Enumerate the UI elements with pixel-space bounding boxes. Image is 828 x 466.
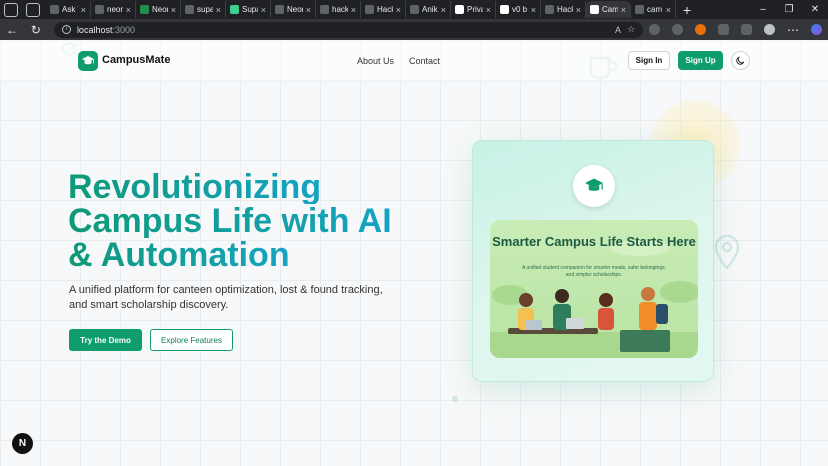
browser-tab[interactable]: cam × xyxy=(631,1,676,18)
nav-link-contact[interactable]: Contact xyxy=(409,56,440,66)
browser-tab[interactable]: Neon× xyxy=(271,1,316,18)
sign-in-button[interactable]: Sign In xyxy=(628,51,670,70)
close-tab-icon[interactable]: × xyxy=(396,5,401,15)
browser-tab[interactable]: neon× xyxy=(91,1,136,18)
tab-favicon-icon xyxy=(185,5,194,14)
workspaces-icon[interactable] xyxy=(26,2,40,17)
browser-tab[interactable]: Supa× xyxy=(226,1,271,18)
profile-avatar-icon[interactable] xyxy=(764,24,776,35)
browser-tab[interactable]: v0 b × xyxy=(496,1,541,18)
hero-title: Revolutionizing Campus Life with AI & Au… xyxy=(68,170,468,272)
close-tab-icon[interactable]: × xyxy=(216,5,221,15)
hero-subtitle: A unified platform for canteen optimizat… xyxy=(69,284,383,311)
tab-favicon-icon xyxy=(275,5,284,14)
browser-tab[interactable]: Ask V× xyxy=(46,1,91,18)
reload-icon[interactable]: ↻ xyxy=(24,23,48,37)
close-tab-icon[interactable]: × xyxy=(441,5,446,15)
collections-icon[interactable] xyxy=(741,24,753,35)
close-tab-icon[interactable]: × xyxy=(486,5,491,15)
close-tab-icon[interactable]: × xyxy=(171,5,176,15)
card-logo-badge xyxy=(573,165,615,207)
tab-actions-icon[interactable] xyxy=(4,2,18,17)
url-text: localhost:3000 xyxy=(76,24,135,35)
graduation-cap-icon xyxy=(585,178,603,191)
page-viewport: CampusMate About Us Contact Sign In Sign… xyxy=(0,40,828,466)
window-close-icon[interactable]: ✕ xyxy=(802,4,828,15)
more-menu-icon[interactable]: ⋯ xyxy=(781,23,805,37)
dot-deco-icon xyxy=(452,396,458,402)
site-info-icon[interactable]: i xyxy=(61,25,71,34)
browser-tab[interactable]: hack × xyxy=(316,1,361,18)
graduation-cap-icon xyxy=(82,56,94,65)
close-tab-icon[interactable]: × xyxy=(261,5,266,15)
card-tagline: A unified student companion for smarter … xyxy=(522,265,666,278)
address-bar[interactable]: i localhost:3000 A ☆ xyxy=(53,21,644,38)
students-illustration: Smarter Campus Life Starts Here A unifie… xyxy=(490,220,698,358)
tab-favicon-icon xyxy=(500,5,509,14)
hero-card: Smarter Campus Life Starts Here A unifie… xyxy=(472,140,714,382)
read-aloud-icon[interactable]: A xyxy=(615,25,621,35)
close-tab-icon[interactable]: × xyxy=(81,5,86,15)
browser-tab[interactable]: Priva× xyxy=(451,1,496,18)
tab-favicon-icon xyxy=(590,5,599,14)
close-tab-icon[interactable]: × xyxy=(621,5,626,15)
favorite-star-icon[interactable]: ☆ xyxy=(627,24,635,35)
nav-link-about-us[interactable]: About Us xyxy=(357,56,394,66)
browser-tab[interactable]: Hack× xyxy=(361,1,406,18)
card-headline: Smarter Campus Life Starts Here xyxy=(492,234,696,249)
theme-toggle-button[interactable] xyxy=(731,51,750,70)
back-icon[interactable]: ← xyxy=(0,23,24,37)
try-demo-button[interactable]: Try the Demo xyxy=(69,329,142,351)
tab-favicon-icon xyxy=(635,5,644,14)
close-tab-icon[interactable]: × xyxy=(531,5,536,15)
moon-icon xyxy=(736,56,745,65)
extension-icon[interactable] xyxy=(672,24,684,35)
browser-tab[interactable]: Hack× xyxy=(541,1,586,18)
tab-favicon-icon xyxy=(320,5,329,14)
extension-icon[interactable] xyxy=(695,24,707,35)
browser-toolbar: ← ↻ i localhost:3000 A ☆ ⋯ xyxy=(0,19,828,40)
tab-favicon-icon xyxy=(230,5,239,14)
maximize-icon[interactable]: ❐ xyxy=(776,4,802,15)
tab-favicon-icon xyxy=(410,5,419,14)
extension-icon[interactable] xyxy=(649,24,661,35)
nextjs-dev-badge[interactable]: N xyxy=(12,433,33,454)
close-tab-icon[interactable]: × xyxy=(666,5,671,15)
tab-favicon-icon xyxy=(545,5,554,14)
tab-favicon-icon xyxy=(455,5,464,14)
browser-tab[interactable]: Anik × xyxy=(406,1,451,18)
brand-name[interactable]: CampusMate xyxy=(102,54,170,66)
browser-tab-active[interactable]: Cam × xyxy=(586,1,631,18)
new-tab-icon[interactable]: + xyxy=(676,2,698,18)
tab-favicon-icon xyxy=(365,5,374,14)
close-tab-icon[interactable]: × xyxy=(306,5,311,15)
close-tab-icon[interactable]: × xyxy=(126,5,131,15)
tab-favicon-icon xyxy=(95,5,104,14)
tab-favicon-icon xyxy=(50,5,59,14)
extensions-puzzle-icon[interactable] xyxy=(718,24,730,35)
close-tab-icon[interactable]: × xyxy=(351,5,356,15)
minimize-icon[interactable]: – xyxy=(750,4,776,15)
site-navbar: CampusMate About Us Contact Sign In Sign… xyxy=(0,40,828,82)
hero-title-line: Revolutionizing xyxy=(68,168,322,206)
browser-tab[interactable]: Neon× xyxy=(136,1,181,18)
tab-favicon-icon xyxy=(140,5,149,14)
explore-features-button[interactable]: Explore Features xyxy=(150,329,233,351)
logo[interactable] xyxy=(78,51,98,71)
map-pin-deco-icon xyxy=(714,234,740,270)
hero-title-line: Campus Life with AI xyxy=(68,202,392,240)
sign-up-button[interactable]: Sign Up xyxy=(678,51,723,70)
close-tab-icon[interactable]: × xyxy=(576,5,581,15)
tab-strip: Ask V× neon× Neon× supa× Supa× Neon× hac… xyxy=(0,0,828,19)
hero-title-line: & Automation xyxy=(68,236,290,274)
copilot-icon[interactable] xyxy=(811,24,822,35)
browser-tab[interactable]: supa × xyxy=(181,1,226,18)
